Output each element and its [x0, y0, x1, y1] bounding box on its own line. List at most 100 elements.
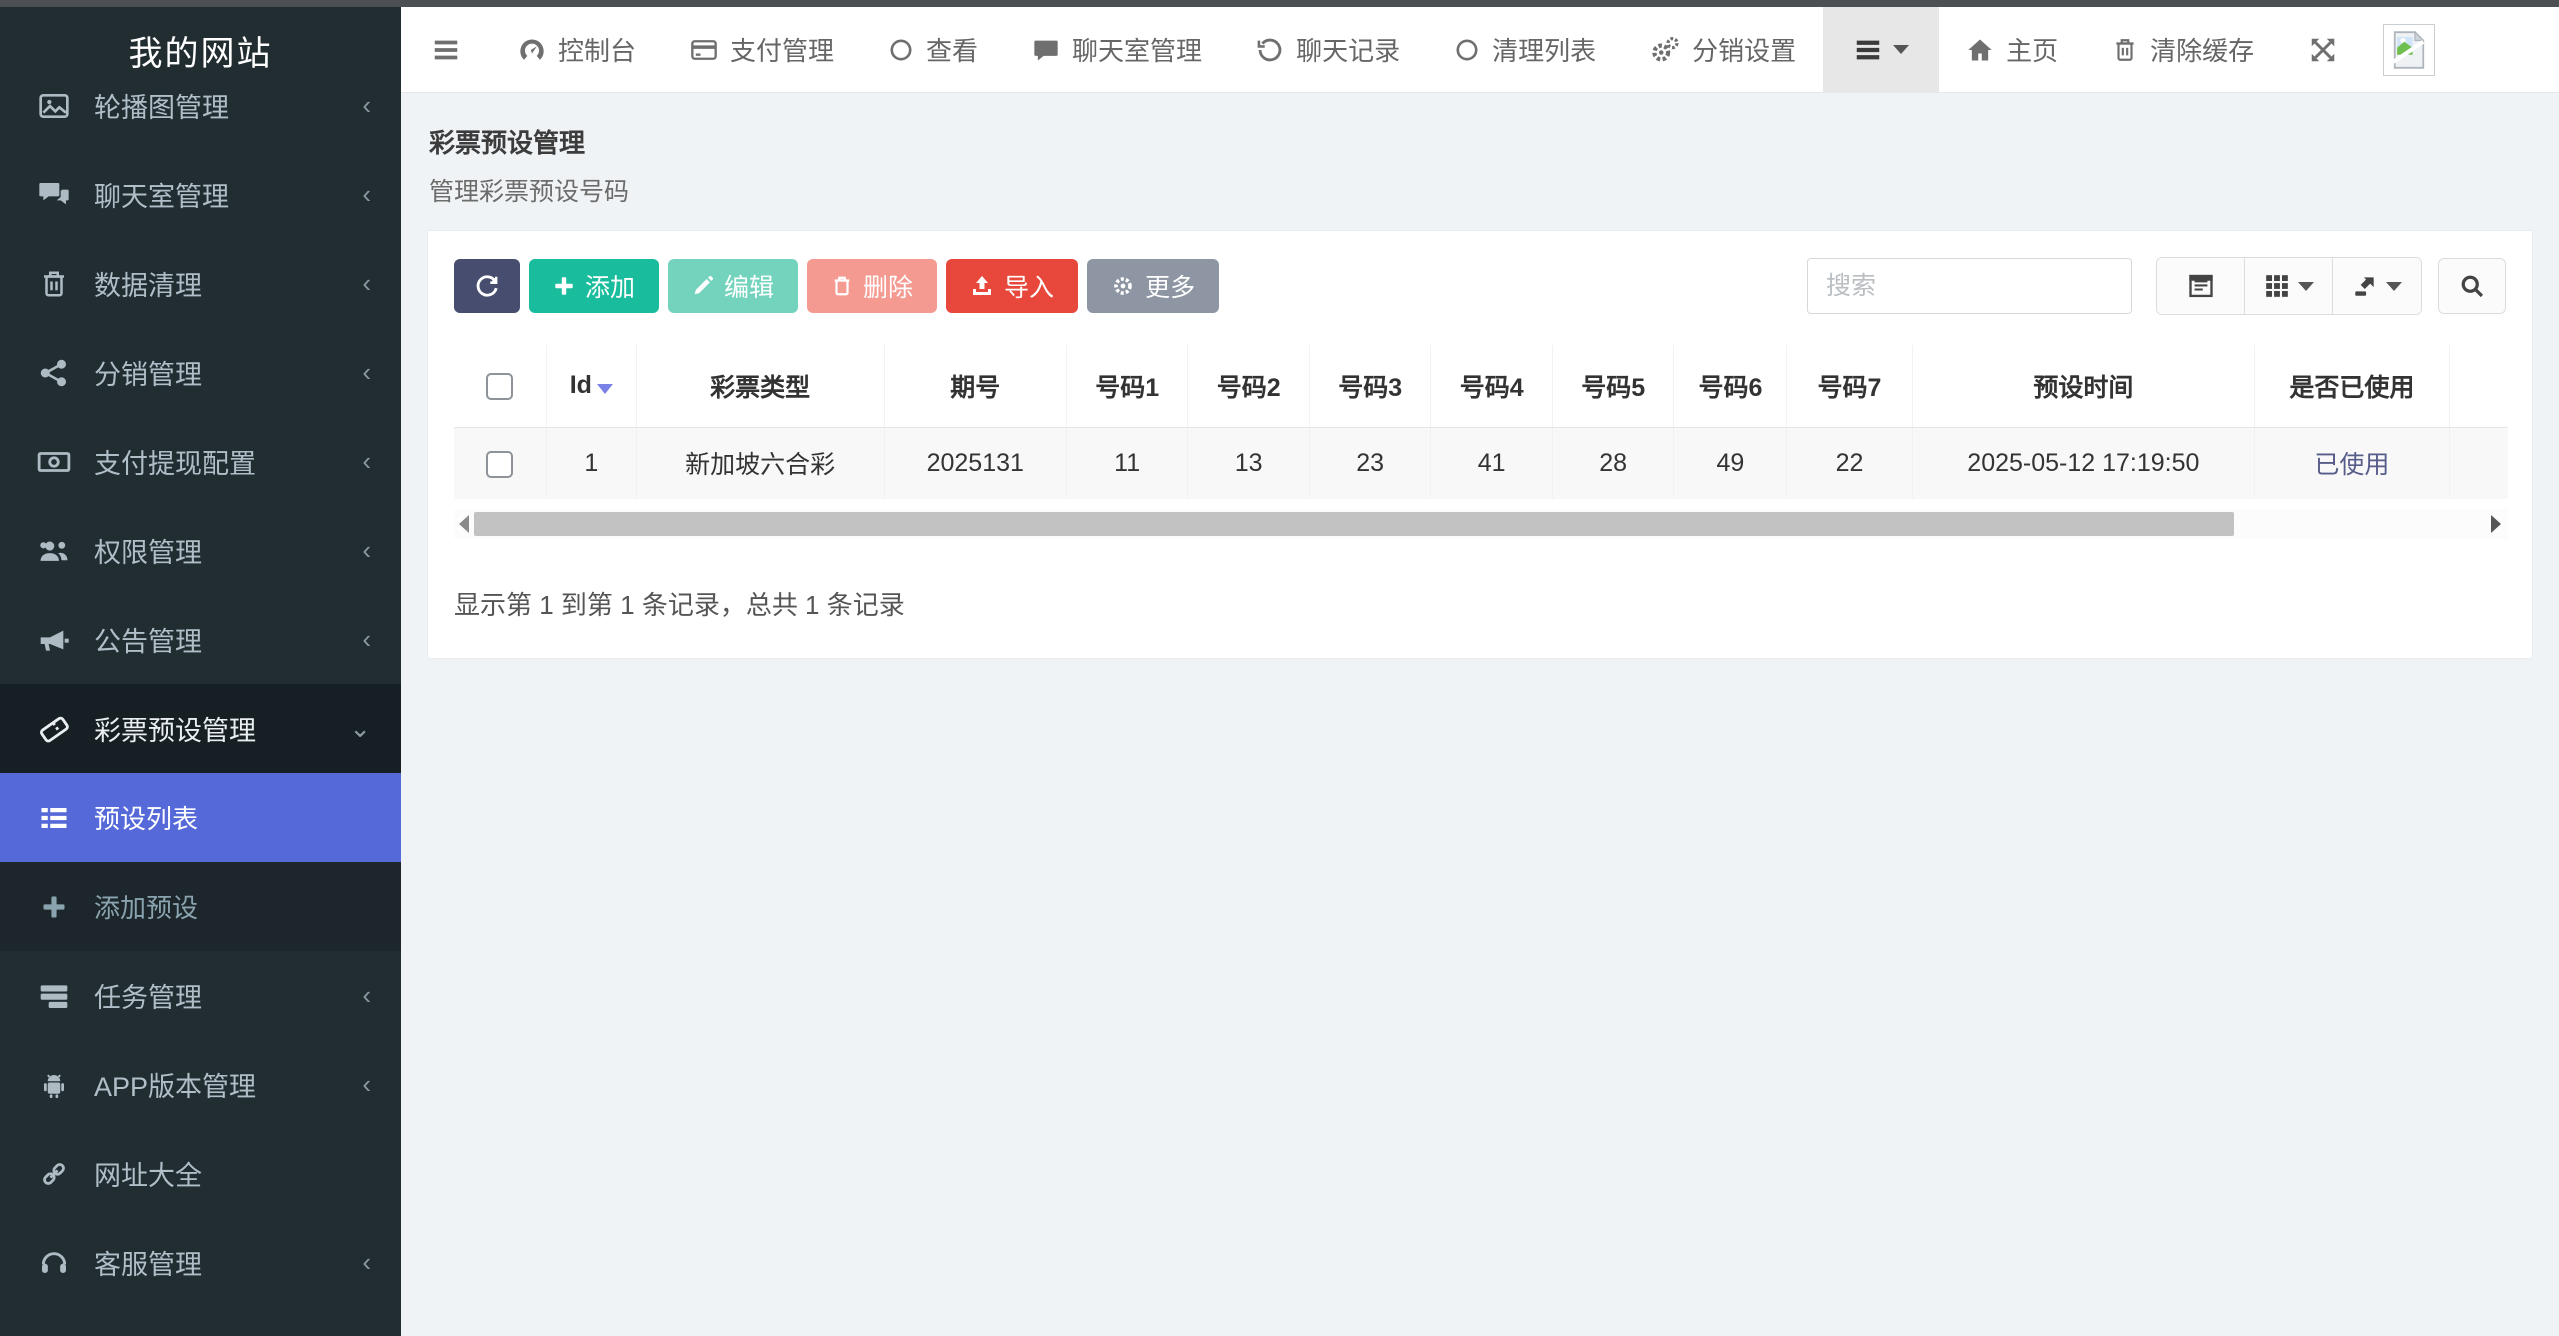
table-row[interactable]: 1 新加坡六合彩 2025131 11 13 23 41 28 49 22 20 [454, 427, 2508, 499]
bullhorn-icon [34, 620, 74, 660]
chevron-left-icon: ‹ [362, 624, 371, 655]
sidebar-item-add-preset[interactable]: 添加预设 [0, 862, 401, 951]
horizontal-scrollbar[interactable] [454, 509, 2508, 539]
chevron-left-icon: ‹ [362, 357, 371, 388]
col-header-num4[interactable]: 号码4 [1431, 345, 1553, 427]
sidebar-item-customer-service[interactable]: 客服管理 ‹ [0, 1218, 401, 1307]
credit-card-icon [690, 36, 718, 64]
col-header-lottery-type[interactable]: 彩票类型 [636, 345, 884, 427]
sidebar-item-label: APP版本管理 [94, 1065, 256, 1104]
chevron-left-icon: ‹ [362, 179, 371, 210]
more-button[interactable]: 更多 [1087, 259, 1219, 313]
data-table-wrapper: Id 彩票类型 期号 号码1 号码2 号码3 号码4 号码5 号码6 号码7 预 [454, 345, 2508, 499]
sidebar-item-label: 预设列表 [94, 799, 198, 836]
sidebar-item-permissions[interactable]: 权限管理 ‹ [0, 506, 401, 595]
headset-icon [34, 1243, 74, 1283]
search-toggle-button[interactable] [2438, 258, 2506, 314]
sidebar-item-label: 网址大全 [94, 1154, 202, 1193]
caret-down-icon [2298, 282, 2314, 291]
more-button-label: 更多 [1145, 268, 1195, 304]
edit-button[interactable]: 编辑 [668, 259, 798, 313]
table-view-button-group [2156, 257, 2422, 315]
nav-tab-chatroom[interactable]: 聊天室管理 [1005, 7, 1229, 92]
col-header-num7[interactable]: 号码7 [1787, 345, 1912, 427]
settings-gear-button[interactable] [2453, 7, 2559, 92]
sidebar-item-websites[interactable]: 网址大全 [0, 1129, 401, 1218]
nav-tab-distribution-settings[interactable]: 分销设置 [1623, 7, 1823, 92]
plus-icon [553, 275, 575, 297]
history-icon [1256, 36, 1284, 64]
cell-num1: 11 [1066, 427, 1188, 499]
nav-clear-cache-button[interactable]: 清除缓存 [2085, 7, 2281, 92]
sidebar-item-distribution[interactable]: 分销管理 ‹ [0, 328, 401, 417]
col-header-num5[interactable]: 号码5 [1552, 345, 1674, 427]
nav-tab-label: 聊天室管理 [1072, 31, 1202, 68]
col-header-id[interactable]: Id [546, 345, 636, 427]
columns-dropdown-button[interactable] [2245, 258, 2333, 314]
cell-created-time: 2025-05-12 17:19:50 [2449, 427, 2508, 499]
detail-view-button[interactable] [2157, 258, 2245, 314]
sidebar-item-data-clean[interactable]: 数据清理 ‹ [0, 239, 401, 328]
fullscreen-button[interactable] [2281, 7, 2365, 92]
nav-tab-label: 主页 [2006, 31, 2058, 68]
col-header-num6[interactable]: 号码6 [1674, 345, 1787, 427]
col-header-issue[interactable]: 期号 [884, 345, 1066, 427]
home-icon [1966, 36, 1994, 64]
nav-tab-chat-history[interactable]: 聊天记录 [1229, 7, 1427, 92]
window-top-strip [0, 0, 2559, 7]
export-dropdown-button[interactable] [2333, 258, 2421, 314]
sidebar-item-announcement[interactable]: 公告管理 ‹ [0, 595, 401, 684]
scroll-right-arrow-icon[interactable] [2491, 515, 2501, 533]
nav-home-button[interactable]: 主页 [1939, 7, 2085, 92]
plus-icon [34, 887, 74, 927]
bars-icon [1853, 35, 1883, 65]
gear-icon [1111, 274, 1135, 298]
sidebar-item-label: 任务管理 [94, 976, 202, 1015]
content-area: 彩票预设管理 管理彩票预设号码 添加 [401, 93, 2559, 1336]
site-title: 我的网站 [0, 7, 401, 93]
sidebar-item-label: 公告管理 [94, 620, 202, 659]
col-header-created[interactable]: 创建时间 [2449, 345, 2508, 427]
select-all-checkbox[interactable] [486, 373, 513, 400]
scroll-left-arrow-icon[interactable] [459, 515, 469, 533]
table-header-row: Id 彩票类型 期号 号码1 号码2 号码3 号码4 号码5 号码6 号码7 预 [454, 345, 2508, 427]
cell-preset-time: 2025-05-12 17:19:50 [1912, 427, 2255, 499]
nav-tab-dashboard[interactable]: 控制台 [491, 7, 663, 92]
add-button[interactable]: 添加 [529, 259, 659, 313]
scrollbar-thumb[interactable] [474, 512, 2234, 536]
row-checkbox[interactable] [486, 451, 513, 478]
cell-num3: 23 [1309, 427, 1431, 499]
col-header-num2[interactable]: 号码2 [1188, 345, 1310, 427]
sidebar-toggle-button[interactable] [401, 7, 491, 92]
sidebar-item-app-version[interactable]: APP版本管理 ‹ [0, 1040, 401, 1129]
col-header-used[interactable]: 是否已使用 [2255, 345, 2449, 427]
sidebar-item-preset-list[interactable]: 预设列表 [0, 773, 401, 862]
nav-tab-clean-list[interactable]: 清理列表 [1427, 7, 1623, 92]
nav-tab-view[interactable]: 查看 [861, 7, 1005, 92]
import-button[interactable]: 导入 [946, 259, 1078, 313]
chevron-left-icon: ‹ [362, 446, 371, 477]
page-title: 彩票预设管理 [429, 123, 2533, 160]
row-select-cell [454, 427, 546, 499]
cogs-icon [1650, 35, 1680, 65]
sidebar-item-lottery-preset[interactable]: 彩票预设管理 ⌄ [0, 684, 401, 773]
search-input[interactable] [1807, 258, 2132, 314]
delete-button[interactable]: 删除 [807, 259, 937, 313]
col-header-preset-time[interactable]: 预设时间 [1912, 345, 2255, 427]
comment-icon [1032, 36, 1060, 64]
trash-icon [34, 264, 74, 304]
topbar-menu-dropdown[interactable] [1823, 7, 1939, 92]
page-header: 彩票预设管理 管理彩票预设号码 [429, 123, 2533, 208]
sidebar-item-payment-config[interactable]: 支付提现配置 ‹ [0, 417, 401, 506]
col-header-num1[interactable]: 号码1 [1066, 345, 1188, 427]
col-header-num3[interactable]: 号码3 [1309, 345, 1431, 427]
sidebar-item-chatroom[interactable]: 聊天室管理 ‹ [0, 150, 401, 239]
user-avatar-button[interactable] [2365, 7, 2453, 92]
sidebar-item-tasks[interactable]: 任务管理 ‹ [0, 951, 401, 1040]
sidebar-item-clipped[interactable] [0, 1307, 401, 1336]
cell-num7: 22 [1787, 427, 1912, 499]
nav-tab-payment[interactable]: 支付管理 [663, 7, 861, 92]
refresh-button[interactable] [454, 259, 520, 313]
link-icon [34, 1154, 74, 1194]
cell-issue: 2025131 [884, 427, 1066, 499]
